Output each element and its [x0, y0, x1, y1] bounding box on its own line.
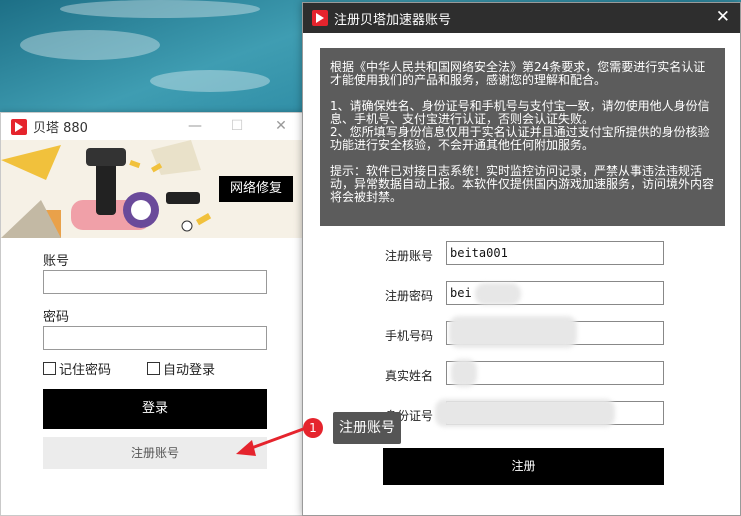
redacted-blur	[451, 359, 477, 387]
notice-paragraph: 根据《中华人民共和国网络安全法》第24条要求，您需要进行实名认证才能使用我们的产…	[330, 60, 706, 87]
real-name-input[interactable]	[446, 361, 664, 385]
checkbox-box[interactable]	[43, 362, 56, 375]
water-highlight	[150, 70, 270, 92]
water-highlight	[20, 30, 160, 60]
register-titlebar[interactable]: 注册贝塔加速器账号 ✕	[303, 3, 740, 33]
auto-login-label: 自动登录	[163, 363, 216, 378]
remember-password-label: 记住密码	[59, 363, 112, 378]
minimize-icon[interactable]: —	[185, 117, 205, 135]
water-highlight	[60, 0, 260, 18]
redacted-blur	[435, 399, 615, 427]
annotation-tooltip: 注册账号	[333, 412, 401, 444]
notice-paragraph: 2、您所填写身份信息仅用于实名认证并且通过支付宝所提供的身份核验功能进行安全核验…	[330, 125, 710, 152]
login-banner-illustration: 网络修复	[1, 140, 303, 238]
redacted-blur	[449, 316, 577, 348]
register-window-title: 注册贝塔加速器账号	[334, 12, 452, 28]
notice-paragraph: 提示：软件已对接日志系统！实时监控访问记录，严禁从事违法违规活动，异常数据自动上…	[330, 164, 715, 204]
app-logo-icon	[11, 118, 27, 135]
remember-password-checkbox[interactable]: 记住密码	[43, 359, 111, 378]
account-label: 账号	[43, 254, 70, 269]
password-input[interactable]	[43, 326, 267, 350]
checkbox-box[interactable]	[147, 362, 160, 375]
phone-label: 手机号码	[385, 329, 434, 343]
register-account-input[interactable]: beita001	[446, 241, 664, 265]
real-name-label: 真实姓名	[385, 369, 434, 383]
auto-login-checkbox[interactable]: 自动登录	[147, 359, 215, 378]
register-account-label: 注册账号	[385, 249, 434, 263]
network-repair-button[interactable]: 网络修复	[219, 176, 293, 202]
annotation-number-badge: 1	[303, 418, 323, 438]
password-label: 密码	[43, 310, 70, 325]
register-submit-button[interactable]: 注册	[383, 448, 664, 485]
account-input[interactable]	[43, 270, 267, 294]
login-window-title: 贝塔 880	[33, 121, 88, 136]
close-icon[interactable]: ✕	[716, 8, 730, 26]
register-password-label: 注册密码	[385, 289, 434, 303]
maximize-icon[interactable]: ☐	[227, 117, 247, 135]
login-titlebar[interactable]: 贝塔 880 — ☐ ✕	[1, 113, 303, 140]
app-logo-icon	[312, 10, 328, 26]
redacted-blur	[475, 283, 521, 305]
notice-paragraph: 1、请确保姓名、身份证号和手机号与支付宝一致，请勿使用他人身份信息、手机号、支付…	[330, 99, 710, 126]
close-icon[interactable]: ✕	[271, 117, 291, 135]
real-name-notice: 根据《中华人民共和国网络安全法》第24条要求，您需要进行实名认证才能使用我们的产…	[320, 48, 725, 226]
